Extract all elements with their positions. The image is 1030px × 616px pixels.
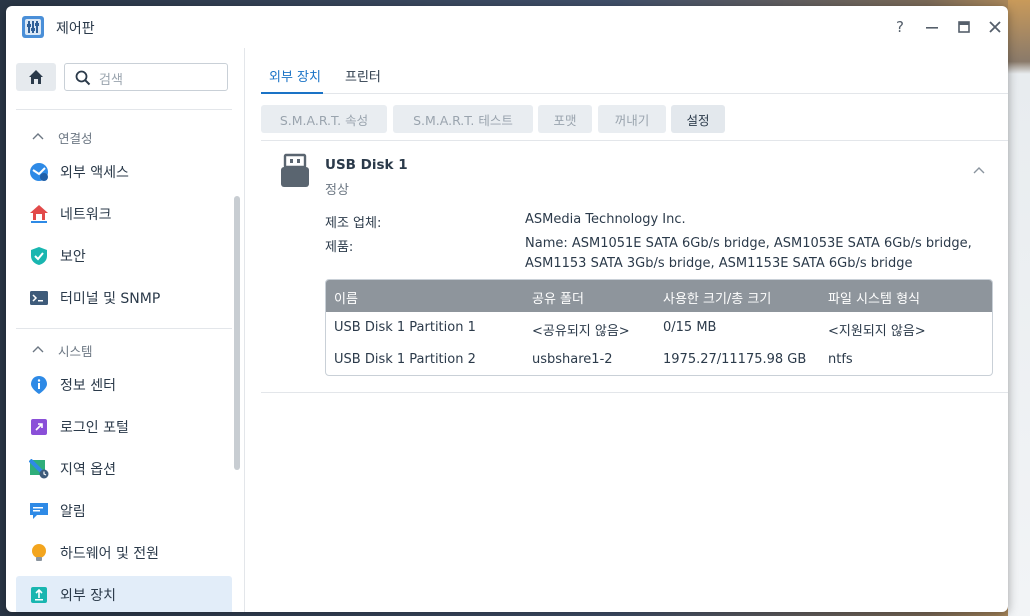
table-cell: ntfs (828, 352, 853, 367)
sidebar-item-label: 네트워크 (60, 207, 112, 223)
manufacturer-value: ASMedia Technology Inc. (525, 212, 686, 227)
search-input[interactable]: 검색 (64, 63, 228, 91)
section-label: 연결성 (58, 131, 93, 146)
sidebar-item-network[interactable]: 네트워크 (16, 195, 232, 233)
login-portal-icon (28, 416, 50, 438)
search-placeholder: 검색 (99, 73, 123, 88)
column-header-used-total[interactable]: 사용한 크기/총 크기 (663, 288, 771, 307)
home-button[interactable] (16, 63, 56, 91)
table-row[interactable]: USB Disk 1 Partition 1 <공유되지 않음> 0/15 MB… (326, 312, 992, 344)
chevron-up-icon (32, 345, 46, 356)
desktop-edge (1008, 0, 1030, 616)
sidebar-item-notification[interactable]: 알림 (16, 492, 232, 530)
home-icon (29, 70, 43, 84)
table-row[interactable]: USB Disk 1 Partition 2 usbshare1-2 1975.… (326, 344, 992, 375)
sidebar-item-info-center[interactable]: 정보 센터 (16, 366, 232, 404)
section-system[interactable]: 시스템 (32, 341, 93, 360)
table-cell: USB Disk 1 Partition 1 (334, 320, 476, 335)
table-cell: USB Disk 1 Partition 2 (334, 352, 476, 367)
chevron-up-icon (32, 132, 46, 143)
eject-button[interactable]: 꺼내기 (598, 105, 666, 133)
sidebar-item-label: 로그인 포털 (60, 420, 129, 436)
sidebar-item-label: 외부 장치 (60, 588, 116, 604)
external-access-icon (28, 161, 50, 183)
device-status: 정상 (325, 183, 349, 198)
sidebar-divider (16, 109, 232, 110)
sidebar-divider (16, 328, 232, 329)
help-icon[interactable]: ? (889, 16, 911, 38)
product-value: Name: ASM1051E SATA 6Gb/s bridge, ASM105… (525, 236, 972, 271)
search-icon (75, 70, 91, 86)
column-header-name[interactable]: 이름 (334, 288, 358, 307)
network-icon (28, 203, 50, 225)
section-label: 시스템 (58, 344, 93, 359)
window-title: 제어판 (56, 21, 95, 37)
section-connectivity[interactable]: 연결성 (32, 128, 93, 147)
table-cell: 0/15 MB (663, 320, 717, 335)
sidebar-item-external-access[interactable]: 외부 액세스 (16, 153, 232, 191)
main-panel: 외부 장치 프린터 S.M.A.R.T. 속성 S.M.A.R.T. 테스트 포… (246, 48, 1008, 612)
info-icon (28, 374, 50, 396)
table-cell: usbshare1-2 (532, 352, 613, 367)
terminal-icon (28, 287, 50, 309)
sidebar-item-external-device[interactable]: 외부 장치 (16, 576, 232, 612)
sidebar-item-label: 보안 (60, 249, 86, 265)
minimize-icon[interactable] (921, 16, 943, 38)
smart-attributes-button[interactable]: S.M.A.R.T. 속성 (261, 105, 387, 133)
table-cell: <공유되지 않음> (532, 324, 630, 339)
sidebar-item-label: 정보 센터 (60, 378, 116, 394)
usb-drive-icon (277, 153, 313, 193)
column-header-filesystem[interactable]: 파일 시스템 형식 (828, 288, 920, 307)
regional-options-icon (28, 458, 50, 480)
sidebar-item-terminal-snmp[interactable]: 터미널 및 SNMP (16, 279, 232, 317)
sidebar-item-label: 알림 (60, 504, 86, 520)
hardware-power-icon (28, 542, 50, 564)
device-panel: USB Disk 1 정상 제조 업체: ASMedia Technology … (261, 141, 1008, 393)
sidebar-item-regional-options[interactable]: 지역 옵션 (16, 450, 232, 488)
sidebar-item-security[interactable]: 보안 (16, 237, 232, 275)
control-panel-app-icon (22, 16, 44, 38)
smart-test-button[interactable]: S.M.A.R.T. 테스트 (393, 105, 533, 133)
sidebar-item-label: 외부 액세스 (60, 165, 129, 181)
device-name: USB Disk 1 (325, 157, 408, 173)
format-button[interactable]: 포맷 (538, 105, 592, 133)
chevron-up-icon[interactable] (973, 163, 985, 177)
settings-button[interactable]: 설정 (671, 105, 725, 133)
control-panel-window: 제어판 ? 검색 연결성 외부 액세스 네트워크 보안 터미널 및 SNMP 시… (6, 6, 1008, 612)
toolbar: S.M.A.R.T. 속성 S.M.A.R.T. 테스트 포맷 꺼내기 설정 (261, 94, 1008, 141)
product-label: 제품: (325, 240, 354, 255)
external-device-icon (28, 584, 50, 606)
tab-external-devices[interactable]: 외부 장치 (269, 66, 321, 85)
sidebar-item-hardware-power[interactable]: 하드웨어 및 전원 (16, 534, 232, 572)
security-shield-icon (28, 245, 50, 267)
sidebar-item-label: 터미널 및 SNMP (60, 291, 161, 307)
table-cell: 1975.27/11175.98 GB (663, 352, 807, 367)
table-cell: <지원되지 않음> (828, 324, 926, 339)
sidebar-item-label: 지역 옵션 (60, 462, 116, 478)
manufacturer-label: 제조 업체: (325, 216, 382, 231)
maximize-icon[interactable] (953, 16, 975, 38)
sidebar-item-login-portal[interactable]: 로그인 포털 (16, 408, 232, 446)
sidebar-scrollbar[interactable] (234, 196, 240, 470)
table-header: 이름 공유 폴더 사용한 크기/총 크기 파일 시스템 형식 (326, 280, 992, 312)
sidebar-item-label: 하드웨어 및 전원 (60, 546, 160, 562)
column-header-shared-folder[interactable]: 공유 폴더 (532, 288, 584, 307)
title-bar: 제어판 ? (6, 6, 1008, 48)
tab-bar: 외부 장치 프린터 (261, 48, 1008, 94)
tab-printer[interactable]: 프린터 (345, 66, 381, 85)
notification-icon (28, 500, 50, 522)
sidebar: 검색 연결성 외부 액세스 네트워크 보안 터미널 및 SNMP 시스템 정보 … (6, 48, 245, 612)
partition-table: 이름 공유 폴더 사용한 크기/총 크기 파일 시스템 형식 USB Disk … (325, 279, 993, 376)
close-icon[interactable] (984, 16, 1006, 38)
